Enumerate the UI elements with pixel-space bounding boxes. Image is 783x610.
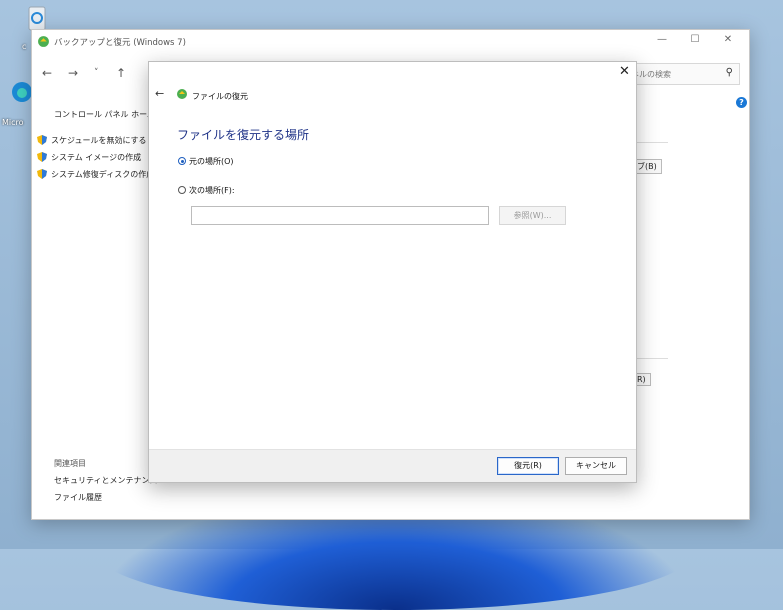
cancel-button[interactable]: キャンセル — [565, 457, 627, 475]
original-location-option[interactable]: 元の場所(O) — [178, 156, 234, 167]
sidebar-item-label: システム イメージの作成 — [51, 153, 142, 162]
title-bar[interactable]: バックアップと復元 (Windows 7) — ☐ ✕ — [32, 30, 749, 54]
sidebar-item-create-system-image[interactable]: システム イメージの作成 — [37, 152, 141, 163]
search-placeholder: ネルの検索 — [631, 70, 671, 79]
close-button[interactable]: ✕ — [720, 34, 736, 48]
shield-icon — [37, 135, 47, 145]
help-icon[interactable]: ? — [736, 97, 747, 108]
restore-location-heading: ファイルを復元する場所 — [177, 128, 310, 142]
sidebar-item-label: システム修復ディスクの作成 — [51, 170, 155, 179]
sidebar-item-disable-schedule[interactable]: スケジュールを無効にする — [37, 135, 147, 146]
browse-button[interactable]: 参照(W)... — [499, 206, 566, 225]
restore-button[interactable]: 復元(R) — [497, 457, 559, 475]
related-items-heading: 関連項目 — [54, 459, 86, 468]
backup-restore-icon — [177, 89, 187, 99]
search-icon: ⚲ — [725, 67, 733, 78]
window-title: バックアップと復元 (Windows 7) — [54, 38, 186, 48]
control-panel-home-link[interactable]: コントロール パネル ホーム — [54, 109, 155, 120]
dialog-title: ファイルの復元 — [192, 92, 248, 101]
sidebar-item-label: スケジュールを無効にする — [51, 136, 147, 145]
original-location-label: 元の場所(O) — [189, 157, 234, 166]
back-arrow-icon[interactable]: ← — [42, 66, 52, 80]
radio-selected-icon[interactable] — [178, 157, 186, 165]
forward-arrow-icon[interactable]: → — [68, 66, 78, 80]
maximize-button[interactable]: ☐ — [687, 34, 703, 48]
dialog-close-button[interactable]: ✕ — [619, 64, 630, 79]
radio-unselected-icon[interactable] — [178, 186, 186, 194]
recent-dropdown-icon[interactable]: ˅ — [94, 68, 99, 78]
shield-icon — [37, 152, 47, 162]
minimize-button[interactable]: — — [654, 34, 670, 48]
desktop-label-c: c — [22, 42, 27, 51]
location-path-input[interactable] — [191, 206, 489, 225]
following-location-option[interactable]: 次の場所(F): — [178, 185, 235, 196]
restore-files-dialog: ✕ ← ファイルの復元 ファイルを復元する場所 元の場所(O) 次の場所(F):… — [148, 61, 637, 483]
security-maintenance-link[interactable]: セキュリティとメンテナンス — [54, 475, 157, 486]
search-input[interactable]: ネルの検索 ⚲ — [626, 63, 740, 85]
desktop-label-micro: Micro — [2, 118, 24, 127]
up-arrow-icon[interactable]: ↑ — [116, 66, 126, 80]
sidebar-item-create-repair-disc[interactable]: システム修復ディスクの作成 — [37, 169, 154, 180]
dialog-back-arrow-icon[interactable]: ← — [155, 87, 164, 100]
file-history-link[interactable]: ファイル履歴 — [54, 492, 102, 503]
shield-icon — [37, 169, 47, 179]
dialog-footer: 復元(R) キャンセル — [149, 449, 636, 482]
following-location-label: 次の場所(F): — [189, 186, 235, 195]
backup-app-icon — [38, 36, 49, 47]
